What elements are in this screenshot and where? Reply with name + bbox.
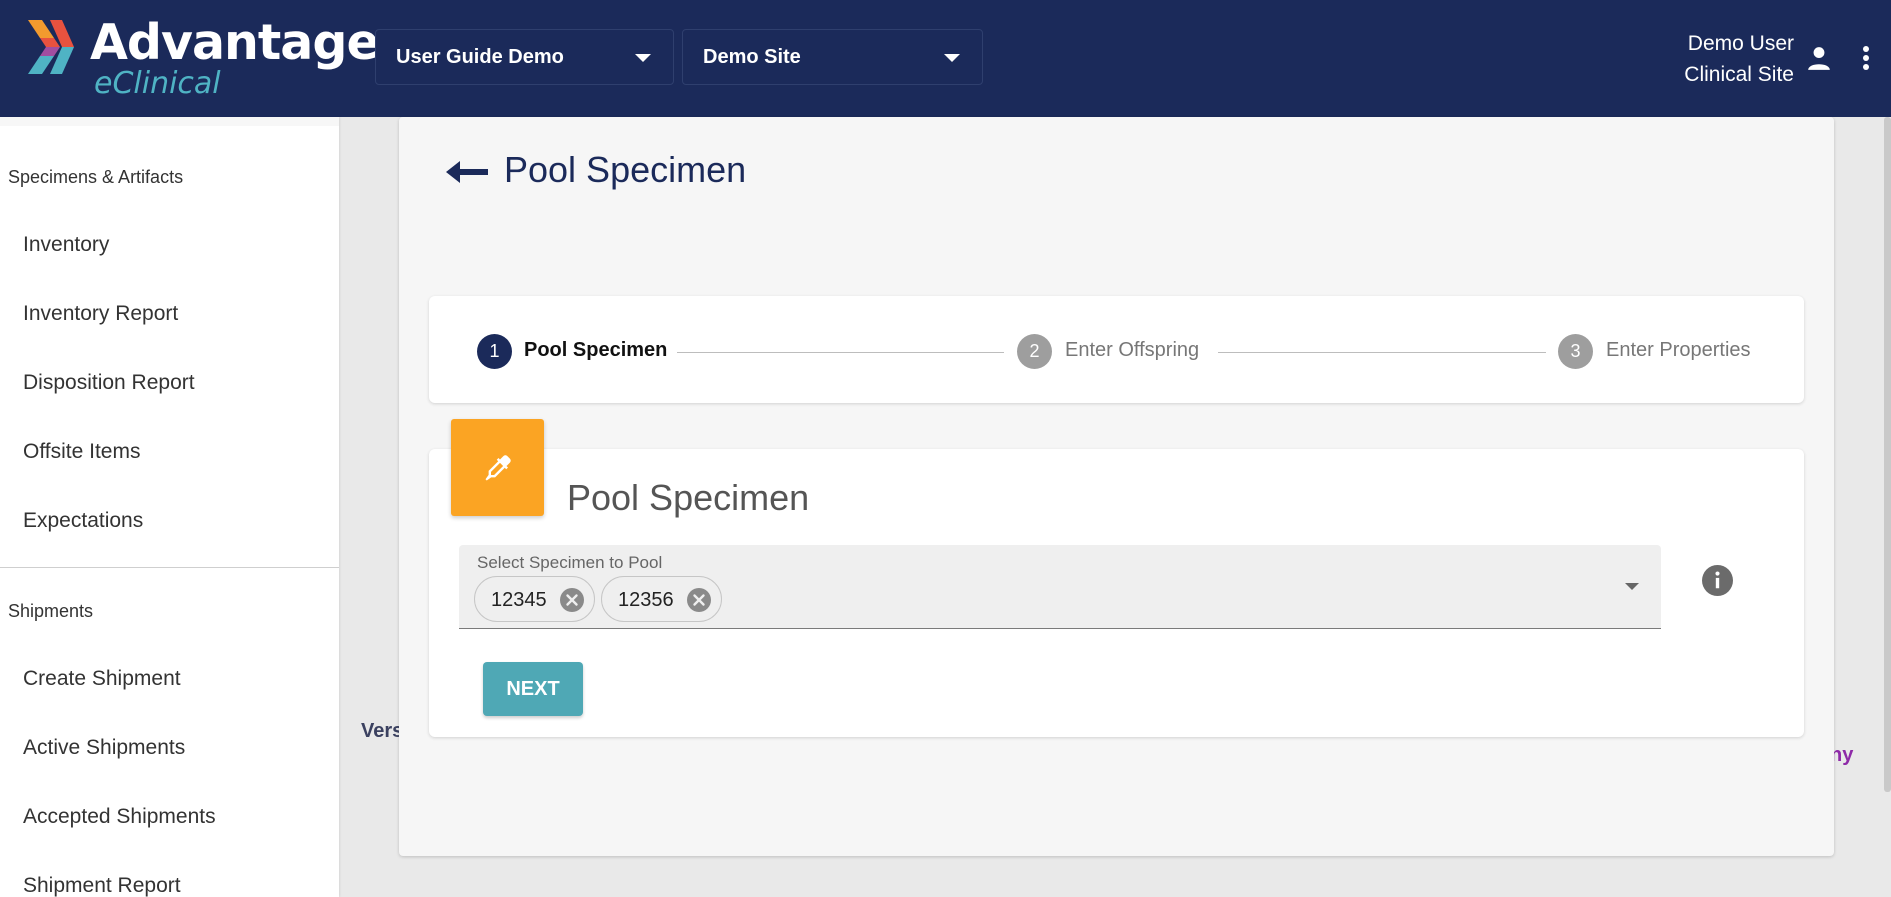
specimen-chip[interactable]: 12345 bbox=[474, 576, 595, 622]
app-logo[interactable]: Advantage eClinical bbox=[28, 14, 380, 104]
sidebar-section-specimens: Specimens & Artifacts bbox=[8, 167, 184, 187]
step-connector bbox=[677, 352, 1004, 353]
chevron-down-icon bbox=[944, 54, 960, 62]
info-icon[interactable] bbox=[1702, 565, 1733, 596]
specimen-multiselect[interactable]: Select Specimen to Pool 12345 12356 bbox=[459, 545, 1661, 629]
chip-label: 12356 bbox=[618, 589, 674, 611]
stepper: 1 Pool Specimen 2 Enter Offspring 3 Ente… bbox=[429, 296, 1804, 403]
sidebar-item-expectations[interactable]: Expectations bbox=[23, 509, 143, 533]
site-select[interactable]: Demo Site bbox=[682, 29, 983, 85]
next-button[interactable]: NEXT bbox=[483, 662, 583, 716]
footer-version-text: Vers bbox=[361, 720, 404, 742]
specimen-chip[interactable]: 12356 bbox=[601, 576, 722, 622]
dropdown-arrow-icon[interactable] bbox=[1625, 583, 1639, 590]
chip-remove-icon[interactable] bbox=[687, 588, 711, 612]
pool-icon-badge bbox=[451, 419, 544, 516]
top-app-bar: Advantage eClinical User Guide Demo Demo… bbox=[0, 0, 1891, 117]
step-2-label: Enter Offspring bbox=[1065, 339, 1200, 361]
sidebar-item-disposition-report[interactable]: Disposition Report bbox=[23, 371, 195, 395]
chip-remove-icon[interactable] bbox=[560, 588, 584, 612]
study-select[interactable]: User Guide Demo bbox=[375, 29, 674, 85]
logo-title: Advantage bbox=[90, 14, 380, 71]
user-role: Clinical Site bbox=[1684, 63, 1794, 86]
sidebar-section-shipments: Shipments bbox=[8, 601, 94, 621]
step-1-number: 1 bbox=[477, 334, 512, 369]
specimen-select-label: Select Specimen to Pool bbox=[477, 553, 663, 572]
sidebar-item-offsite-items[interactable]: Offsite Items bbox=[23, 440, 140, 464]
step-3-number: 3 bbox=[1558, 334, 1593, 369]
site-select-value: Demo Site bbox=[703, 45, 801, 68]
sidebar-nav: Specimens & Artifacts Inventory Inventor… bbox=[0, 117, 339, 897]
step-connector bbox=[1218, 352, 1546, 353]
step-3-label: Enter Properties bbox=[1606, 339, 1751, 361]
user-name: Demo User bbox=[1687, 32, 1794, 55]
pool-card-title: Pool Specimen bbox=[567, 477, 810, 518]
page-scrollbar[interactable] bbox=[1884, 117, 1891, 792]
sidebar-divider bbox=[0, 567, 339, 568]
logo-subtitle: eClinical bbox=[94, 66, 221, 101]
chip-label: 12345 bbox=[491, 589, 547, 611]
sidebar-item-active-shipments[interactable]: Active Shipments bbox=[23, 736, 185, 760]
user-info: Demo User Clinical Site bbox=[1684, 28, 1794, 90]
sidebar-item-shipment-report[interactable]: Shipment Report bbox=[23, 874, 181, 897]
sidebar-item-accepted-shipments[interactable]: Accepted Shipments bbox=[23, 805, 216, 829]
chevron-down-icon bbox=[635, 54, 651, 62]
step-2-number: 2 bbox=[1017, 334, 1052, 369]
pipette-icon bbox=[485, 454, 511, 480]
account-icon[interactable] bbox=[1806, 45, 1832, 71]
sidebar-item-inventory-report[interactable]: Inventory Report bbox=[23, 302, 178, 326]
page-title: Pool Specimen bbox=[504, 149, 747, 190]
back-arrow-icon[interactable] bbox=[446, 158, 488, 186]
study-select-value: User Guide Demo bbox=[396, 45, 564, 68]
step-1-label: Pool Specimen bbox=[524, 339, 668, 361]
more-vert-icon[interactable] bbox=[1855, 45, 1877, 71]
sidebar-item-inventory[interactable]: Inventory bbox=[23, 233, 109, 257]
sidebar-item-create-shipment[interactable]: Create Shipment bbox=[23, 667, 181, 691]
logo-chevron-icon bbox=[28, 20, 74, 74]
